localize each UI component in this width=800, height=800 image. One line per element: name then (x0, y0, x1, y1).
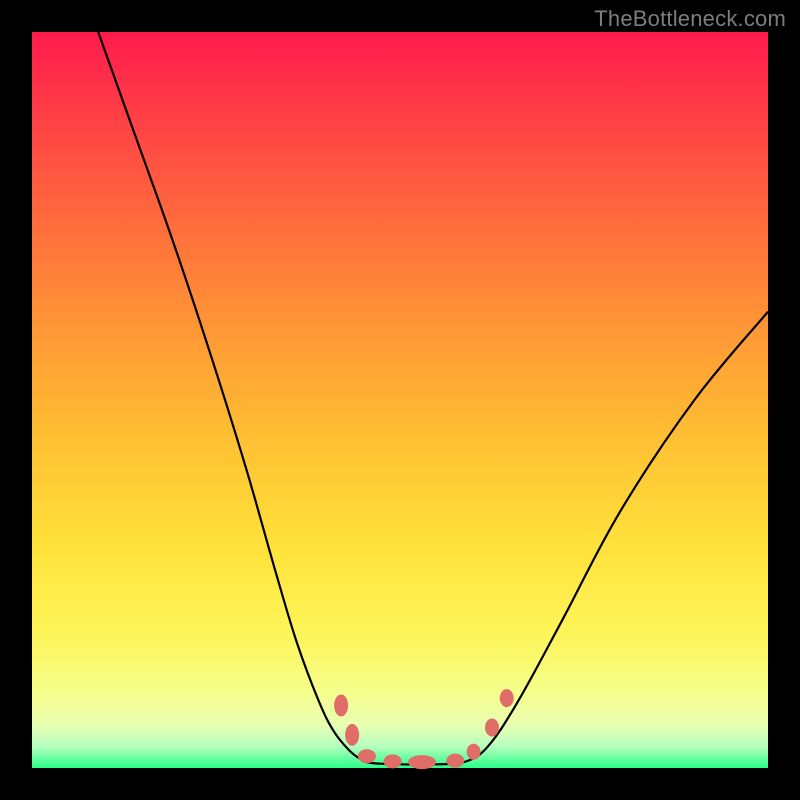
marker-dot (334, 694, 348, 716)
marker-dot (467, 744, 481, 760)
marker-dot (408, 755, 436, 769)
marker-group (334, 689, 514, 769)
marker-dot (485, 719, 499, 737)
marker-dot (500, 689, 514, 707)
marker-dot (358, 749, 376, 763)
marker-dot (384, 754, 402, 768)
watermark-text: TheBottleneck.com (594, 6, 786, 32)
chart-frame: TheBottleneck.com (0, 0, 800, 800)
curve-path (98, 32, 768, 765)
chart-svg (32, 32, 768, 768)
plot-area (32, 32, 768, 768)
marker-dot (446, 754, 464, 768)
marker-dot (345, 724, 359, 746)
